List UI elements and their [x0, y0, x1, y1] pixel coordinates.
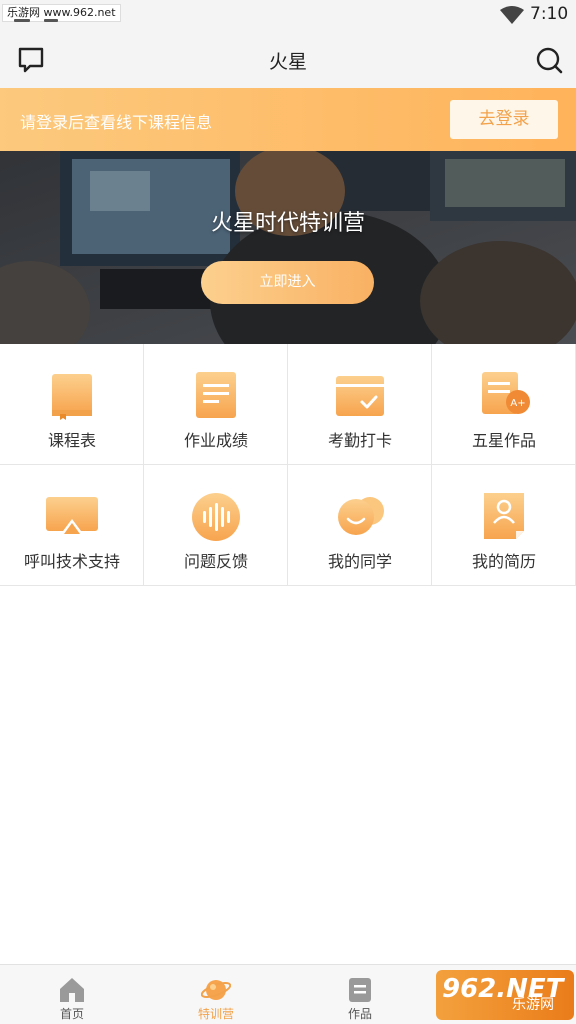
works-icon	[349, 978, 371, 1002]
wifi-icon	[500, 6, 524, 24]
grid-item-label: 考勤打卡	[327, 431, 392, 450]
grid-item-tech-support[interactable]: 呼叫技术支持	[0, 465, 144, 586]
feature-grid: 课程表 作业成绩 考勤打卡 A+ 五星作品 呼叫技术支持 问题反馈 我的同学 我…	[0, 344, 576, 586]
login-button[interactable]: 去登录	[450, 100, 558, 139]
tab-label: 首页	[59, 1007, 84, 1021]
grid-item-label: 我的简历	[471, 552, 536, 571]
status-indicator-2	[44, 19, 58, 22]
status-time: 7:10	[530, 4, 569, 24]
grid-item-label: 我的同学	[327, 552, 392, 571]
book-icon	[52, 374, 92, 420]
svg-text:A+: A+	[510, 398, 525, 409]
grid-item-classmates[interactable]: 我的同学	[288, 465, 432, 586]
enter-now-button[interactable]: 立即进入	[201, 261, 374, 304]
voice-wave-icon	[192, 493, 240, 541]
search-icon[interactable]	[534, 45, 564, 75]
tab-works[interactable]: 作品	[288, 965, 432, 1024]
top-nav-bar: 火星	[0, 30, 576, 88]
award-document-icon: A+	[482, 372, 530, 414]
grid-item-star-works[interactable]: A+ 五星作品	[432, 344, 576, 465]
login-banner: 请登录后查看线下课程信息 去登录	[0, 88, 576, 151]
grid-item-attendance[interactable]: 考勤打卡	[288, 344, 432, 465]
grid-item-homework[interactable]: 作业成绩	[144, 344, 288, 465]
grid-item-label: 问题反馈	[183, 552, 248, 571]
login-prompt-text: 请登录后查看线下课程信息	[20, 113, 213, 132]
status-indicator-1	[14, 19, 30, 22]
tab-home[interactable]: 首页	[0, 965, 144, 1024]
hero-banner[interactable]: 火星时代特训营 立即进入	[0, 151, 576, 344]
grid-item-label: 五星作品	[471, 431, 536, 450]
status-bar: 乐游网 www.962.net 7:10	[0, 0, 576, 30]
grid-item-label: 课程表	[47, 431, 96, 450]
tab-label: 特训营	[197, 1007, 234, 1021]
watermark-text: 乐游网	[512, 997, 554, 1013]
grid-item-feedback[interactable]: 问题反馈	[144, 465, 288, 586]
classmates-icon	[338, 497, 384, 535]
grid-item-label: 呼叫技术支持	[23, 552, 120, 571]
planet-icon	[201, 980, 231, 1000]
resume-icon	[484, 493, 524, 539]
hero-background-image	[0, 151, 576, 344]
hero-title: 火星时代特训营	[210, 211, 365, 236]
tab-training-camp[interactable]: 特训营	[144, 965, 288, 1024]
calendar-check-icon	[336, 376, 384, 416]
page-title: 火星	[268, 51, 307, 73]
watermark-logo: 962.NET 乐游网	[436, 970, 574, 1020]
grid-item-label: 作业成绩	[183, 431, 248, 450]
grid-item-schedule[interactable]: 课程表	[0, 344, 144, 465]
tab-label: 作品	[347, 1007, 372, 1021]
document-icon	[196, 372, 236, 418]
grid-item-resume[interactable]: 我的简历	[432, 465, 576, 586]
screen-cast-icon	[46, 497, 98, 535]
home-icon	[60, 978, 84, 1002]
